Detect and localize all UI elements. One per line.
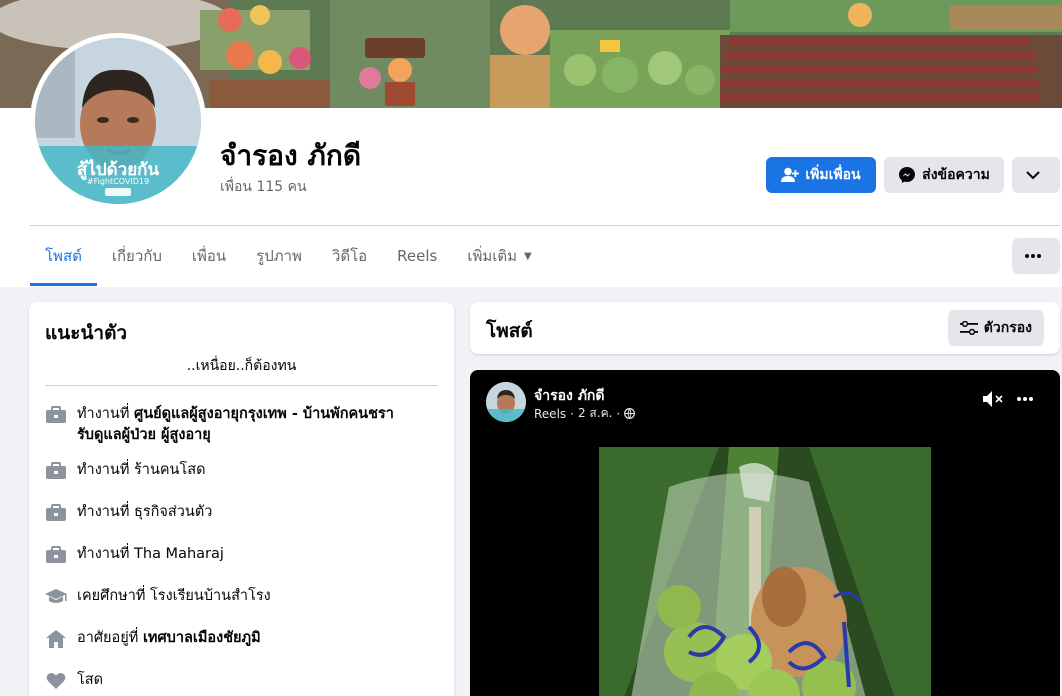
- post-type[interactable]: Reels: [534, 407, 566, 421]
- relationship-status: โสด: [77, 672, 104, 688]
- profile-header: สู้ไปด้วยกัน #FightCOVID19 จำรอง ภักดี เ…: [0, 0, 1062, 287]
- post-more-options-icon[interactable]: [1016, 390, 1034, 413]
- tab-posts[interactable]: โพสต์: [30, 226, 97, 286]
- more-profile-actions-button[interactable]: [1012, 157, 1060, 193]
- post-date[interactable]: 2 ส.ค.: [578, 404, 612, 423]
- avatar-frame-hashtag: #FightCOVID19: [86, 177, 150, 186]
- briefcase-icon: [45, 544, 67, 566]
- profile-avatar[interactable]: สู้ไปด้วยกัน #FightCOVID19: [30, 33, 206, 209]
- globe-icon: [624, 408, 636, 419]
- add-friend-button[interactable]: เพิ่มเพื่อน: [766, 157, 876, 193]
- tab-more[interactable]: เพิ่มเติม ▼: [452, 226, 546, 286]
- tabs-more-options-button[interactable]: [1012, 238, 1060, 274]
- filter-button[interactable]: ตัวกรอง: [947, 310, 1044, 346]
- intro-divider: [45, 385, 438, 386]
- posts-title: โพสต์: [486, 320, 533, 342]
- profile-tabs: โพสต์ เกี่ยวกับ เพื่อน รูปภาพ วิดีโอ Ree…: [30, 226, 547, 286]
- message-label: ส่งข้อความ: [922, 167, 990, 183]
- filter-sliders-icon: [959, 321, 978, 335]
- intro-item-work: ทำงานที่ Tha Maharaj: [45, 544, 440, 566]
- workplace-link[interactable]: ศูนย์ดูแลผู้สูงอายุกรุงเทพ - บ้านพักคนชร…: [134, 406, 394, 422]
- workplace-link[interactable]: ธุรกิจส่วนตัว: [134, 504, 212, 520]
- location-link[interactable]: เทศบาลเมืองชัยภูมิ: [143, 630, 261, 646]
- intro-item-education: เคยศึกษาที่ โรงเรียนบ้านสำโรง: [45, 586, 440, 608]
- message-button[interactable]: ส่งข้อความ: [884, 157, 1004, 193]
- home-icon: [45, 628, 67, 650]
- intro-item-location: อาศัยอยู่ที่ เทศบาลเมืองชัยภูมิ: [45, 628, 440, 650]
- reel-video[interactable]: [599, 447, 931, 696]
- reel-post[interactable]: จำรอง ภักดี Reels · 2 ส.ค. ·: [470, 370, 1060, 696]
- bio-text: ..เหนื่อย..ก็ต้องทน: [186, 358, 297, 374]
- chevron-down-icon: [1026, 171, 1040, 179]
- post-author-avatar[interactable]: [486, 382, 526, 422]
- messenger-icon: [899, 167, 916, 183]
- posts-header-card: โพสต์ ตัวกรอง: [470, 302, 1060, 354]
- filter-label: ตัวกรอง: [983, 320, 1032, 336]
- add-friend-label: เพิ่มเพื่อน: [805, 167, 861, 183]
- heart-icon: [45, 670, 67, 692]
- post-meta: Reels · 2 ส.ค. ·: [534, 404, 636, 423]
- tab-friends[interactable]: เพื่อน: [177, 226, 241, 286]
- intro-card: แนะนำตัว ..เหนื่อย..ก็ต้องทน ทำงานที่ ศู…: [29, 302, 454, 696]
- briefcase-icon: [45, 404, 67, 426]
- briefcase-icon: [45, 502, 67, 524]
- intro-item-relationship: โสด: [45, 670, 440, 692]
- intro-item-work: ทำงานที่ ธุรกิจส่วนตัว: [45, 502, 440, 524]
- caret-down-icon: ▼: [524, 250, 532, 262]
- mute-icon[interactable]: [982, 390, 1004, 413]
- profile-name: จำรอง ภักดี: [220, 139, 361, 172]
- workplace-link-line2[interactable]: รับดูแลผู้ป่วย ผู้สูงอายุ: [77, 427, 211, 443]
- add-friend-icon: [781, 167, 800, 182]
- intro-title: แนะนำตัว: [45, 322, 128, 344]
- workplace-link[interactable]: Tha Maharaj: [134, 546, 224, 562]
- tab-reels[interactable]: Reels: [382, 226, 452, 286]
- intro-item-work: ทำงานที่ ศูนย์ดูแลผู้สูงอายุกรุงเทพ - บ้…: [45, 404, 440, 446]
- graduation-cap-icon: [45, 586, 67, 608]
- briefcase-icon: [45, 460, 67, 482]
- tab-photos[interactable]: รูปภาพ: [241, 226, 317, 286]
- intro-item-work: ทำงานที่ ร้านคนโสด: [45, 460, 440, 482]
- friends-count[interactable]: เพื่อน 115 คน: [220, 176, 307, 198]
- ellipsis-icon: [1025, 254, 1041, 258]
- school-link[interactable]: โรงเรียนบ้านสำโรง: [150, 588, 271, 604]
- tab-videos[interactable]: วิดีโอ: [317, 226, 382, 286]
- tab-about[interactable]: เกี่ยวกับ: [97, 226, 177, 286]
- workplace-link[interactable]: ร้านคนโสด: [134, 462, 206, 478]
